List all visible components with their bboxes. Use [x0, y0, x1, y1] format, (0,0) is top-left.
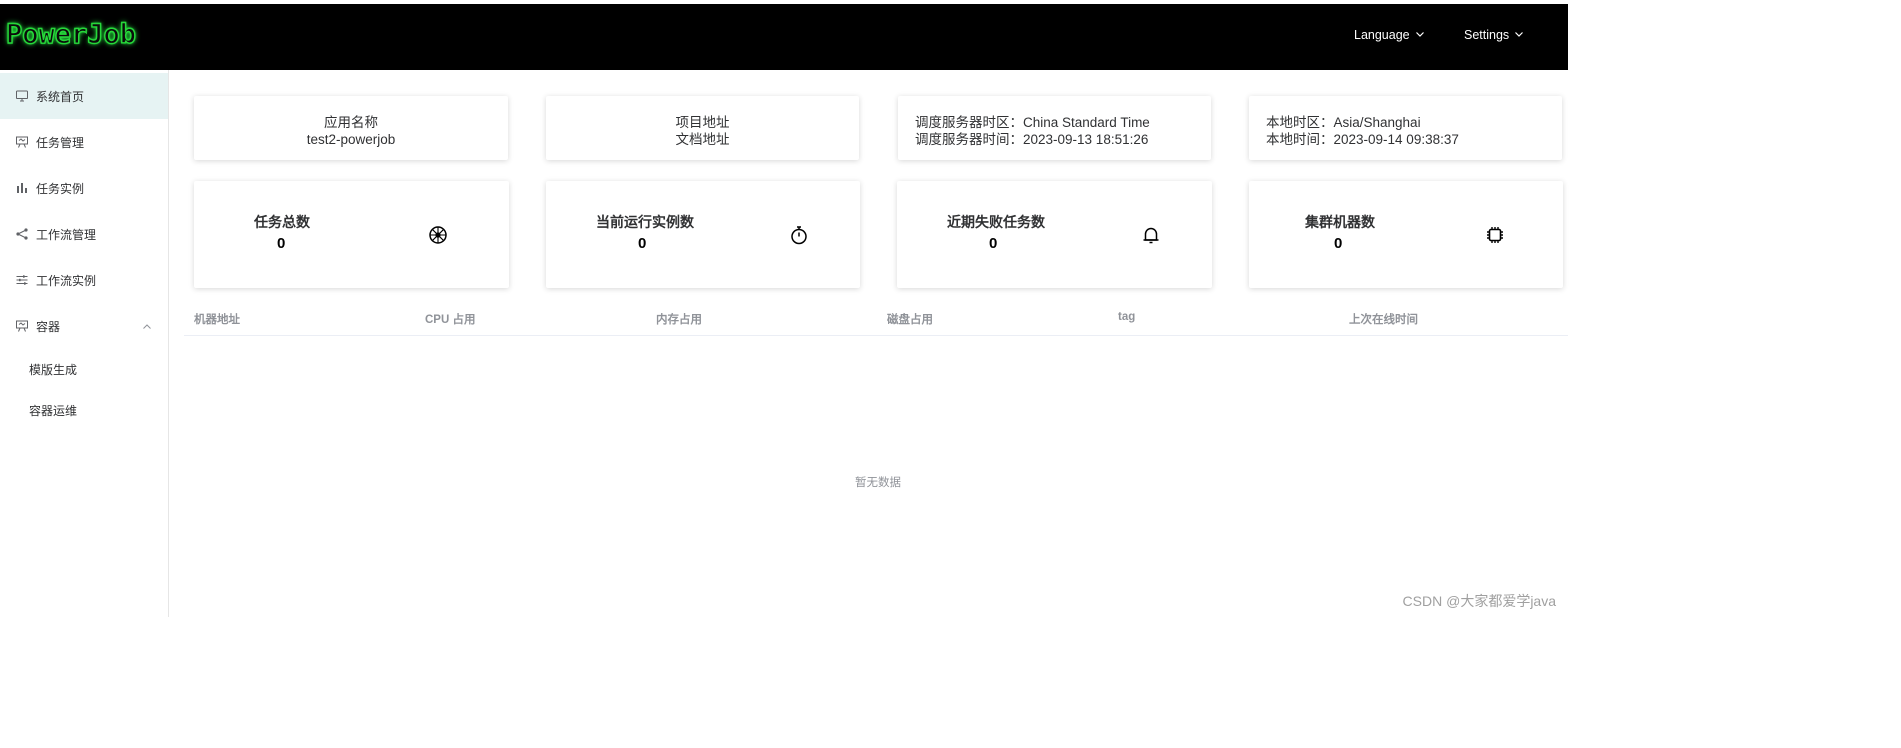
sidebar-item-home[interactable]: 系统首页	[0, 73, 168, 119]
column-header-disk: 磁盘占用	[887, 314, 933, 326]
server-time-card: 调度服务器时区：China Standard Time 调度服务器时间：2023…	[898, 96, 1211, 160]
sidebar-item-workflow-management[interactable]: 工作流管理	[0, 211, 168, 257]
stat-title: 当前运行实例数	[596, 214, 694, 230]
column-header-machine-address: 机器地址	[194, 314, 240, 326]
sidebar-item-label: 工作流实例	[36, 273, 97, 288]
stat-card-recent-failures: 近期失败任务数 0	[897, 181, 1212, 288]
sidebar-subitem-label: 模版生成	[29, 362, 78, 377]
local-time: 本地时间：2023-09-14 09:38:37	[1266, 132, 1459, 147]
chevron-up-icon[interactable]	[142, 321, 152, 331]
sidebar-item-label: 系统首页	[36, 89, 85, 104]
sidebar-subitem-label: 容器运维	[29, 403, 78, 418]
column-header-last-online: 上次在线时间	[1349, 314, 1418, 326]
column-header-tag: tag	[1118, 311, 1136, 323]
stat-title: 集群机器数	[1305, 214, 1375, 230]
stopwatch-icon	[789, 225, 809, 245]
sidebar-subitem-container-ops[interactable]: 容器运维	[0, 387, 168, 433]
sidebar-item-label: 容器	[36, 319, 61, 334]
sidebar-item-label: 任务实例	[36, 181, 85, 196]
watermark: CSDN @大家都爱学java	[1402, 593, 1556, 609]
sliders-icon	[15, 273, 29, 287]
chevron-down-icon	[1514, 28, 1524, 42]
local-timezone: 本地时区：Asia/Shanghai	[1266, 115, 1421, 130]
project-address-link[interactable]: 项目地址	[546, 114, 859, 131]
stat-title: 任务总数	[254, 214, 310, 230]
sidebar-item-container[interactable]: 容器	[0, 303, 168, 349]
table-header-divider	[184, 335, 1568, 336]
language-menu[interactable]: Language	[1354, 28, 1425, 42]
settings-label: Settings	[1464, 28, 1510, 42]
stat-value: 0	[277, 235, 286, 252]
language-label: Language	[1354, 28, 1410, 42]
column-header-memory: 内存占用	[656, 314, 702, 326]
app-name-value: test2-powerjob	[306, 132, 396, 147]
chevron-down-icon	[1415, 28, 1425, 42]
top-header: PowerJob Language Settings	[0, 4, 1568, 70]
server-timezone: 调度服务器时区：China Standard Time	[915, 115, 1150, 130]
sidebar: 系统首页 任务管理 任务实例 工作流管理 工作流实例 容器 模版生成 容器运维	[0, 70, 169, 617]
column-header-cpu: CPU 占用	[425, 314, 476, 326]
local-time-card: 本地时区：Asia/Shanghai 本地时间：2023-09-14 09:38…	[1249, 96, 1562, 160]
stat-title: 近期失败任务数	[947, 214, 1045, 230]
server-time: 调度服务器时间：2023-09-13 18:51:26	[915, 132, 1149, 147]
stat-value: 0	[989, 235, 998, 252]
share-icon	[15, 227, 29, 241]
settings-menu[interactable]: Settings	[1464, 28, 1524, 42]
presentation-icon	[15, 319, 29, 333]
monitor-icon	[15, 89, 29, 103]
empty-table-text: 暂无数据	[855, 477, 901, 489]
dharma-wheel-icon	[428, 225, 448, 245]
sidebar-item-label: 任务管理	[36, 135, 85, 150]
sidebar-item-label: 工作流管理	[36, 227, 97, 242]
doc-address-link[interactable]: 文档地址	[546, 131, 859, 148]
app-info-card: 应用名称 test2-powerjob	[194, 96, 508, 160]
powerjob-logo[interactable]: PowerJob	[5, 18, 136, 50]
sidebar-item-task-instance[interactable]: 任务实例	[0, 165, 168, 211]
sidebar-item-workflow-instance[interactable]: 工作流实例	[0, 257, 168, 303]
chip-icon	[1485, 225, 1505, 245]
stat-card-running-instances: 当前运行实例数 0	[546, 181, 860, 288]
sidebar-item-task-management[interactable]: 任务管理	[0, 119, 168, 165]
sidebar-subitem-template[interactable]: 模版生成	[0, 346, 168, 392]
page: PowerJob Language Settings 系统首页 任务管理 任务实…	[0, 0, 1568, 617]
presentation-icon	[15, 135, 29, 149]
stat-value: 0	[638, 235, 647, 252]
stat-value: 0	[1334, 235, 1343, 252]
app-name-label: 应用名称	[324, 115, 378, 130]
stat-card-cluster-machines: 集群机器数 0	[1249, 181, 1563, 288]
bar-chart-icon	[15, 181, 29, 195]
stat-card-total-tasks: 任务总数 0	[194, 181, 509, 288]
links-card: 项目地址 文档地址	[546, 96, 859, 160]
bell-icon	[1141, 225, 1161, 245]
